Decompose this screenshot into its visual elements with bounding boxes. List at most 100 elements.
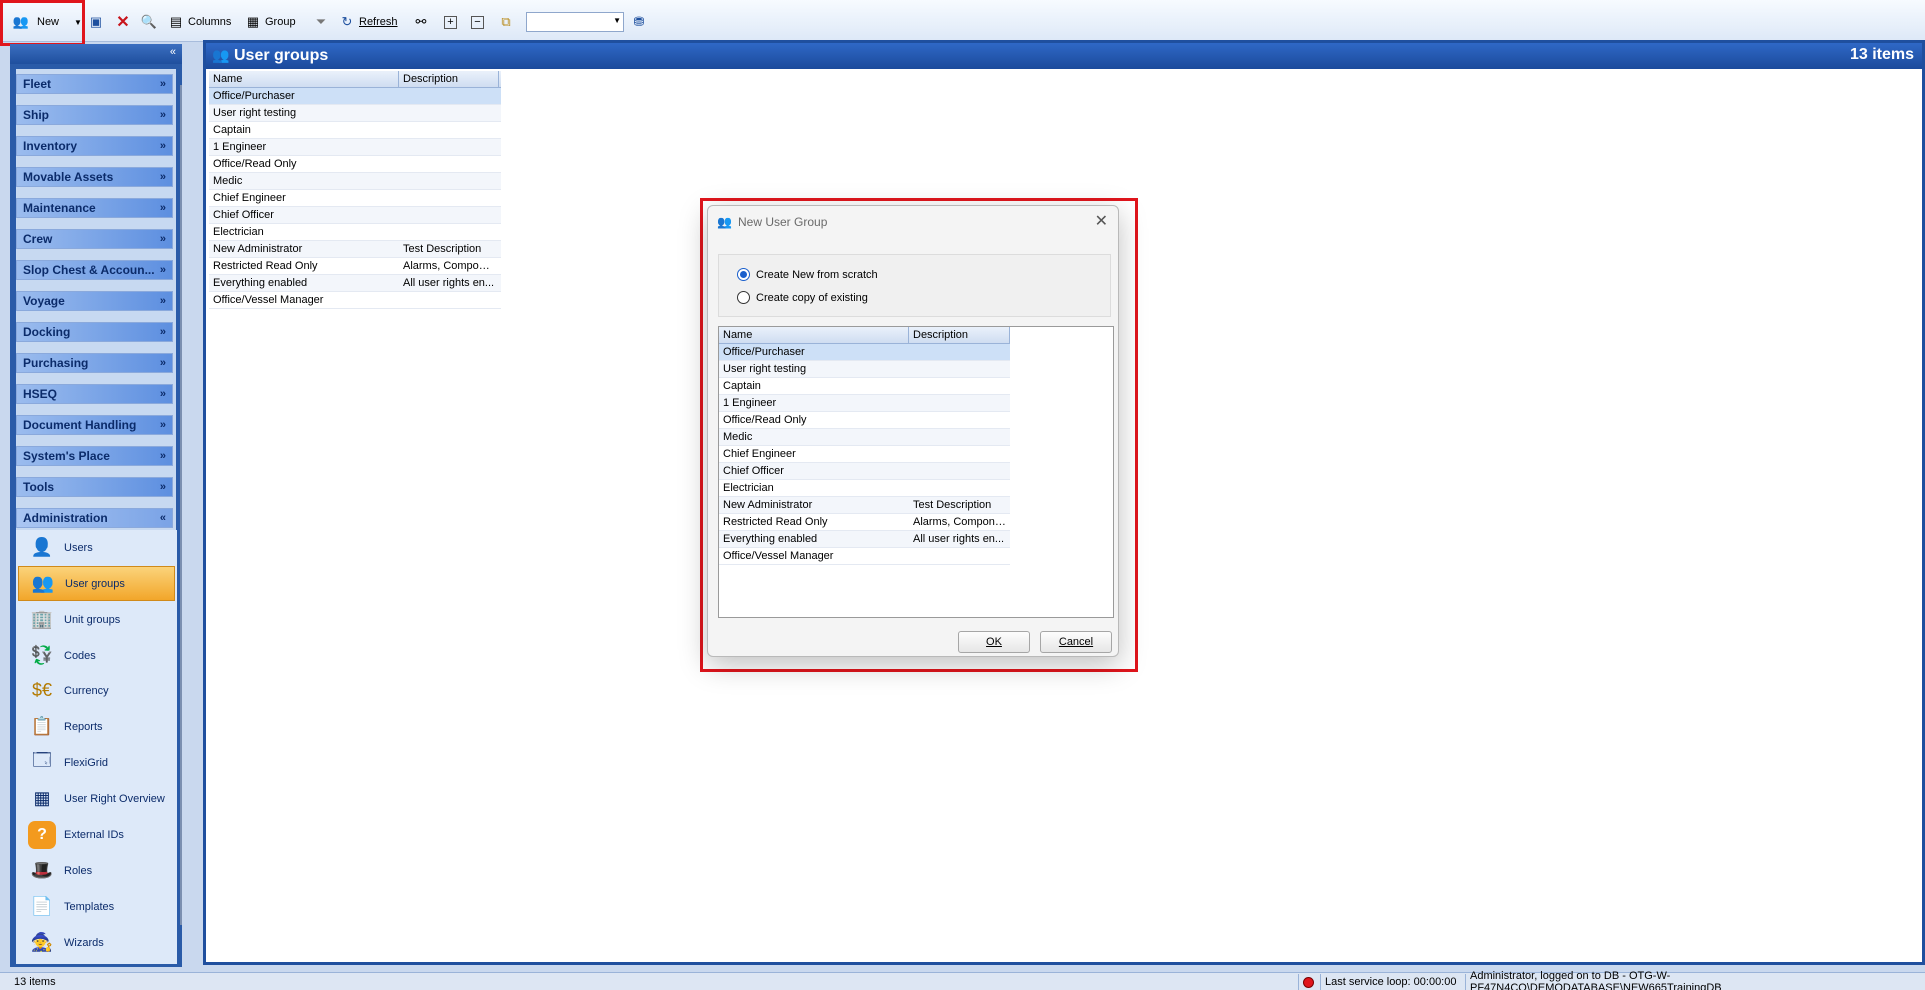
table-row[interactable]: Everything enabled All user rights en...: [209, 275, 501, 292]
nav-group-label: Ship: [23, 108, 49, 122]
user-groups-icon: 👥: [31, 573, 55, 593]
table-row[interactable]: Office/Vessel Manager: [209, 292, 501, 309]
column-header-description[interactable]: Description: [909, 327, 1010, 343]
expand-all-button[interactable]: +: [444, 10, 457, 34]
admin-item-user-groups[interactable]: 👥 User groups: [18, 566, 175, 601]
delete-button[interactable]: ✕: [114, 10, 132, 34]
admin-item-label: Wizards: [64, 936, 104, 949]
list-item[interactable]: Everything enabled All user rights en...: [719, 531, 1010, 548]
refresh-icon: ↻: [341, 14, 353, 29]
save-button[interactable]: ▣: [87, 10, 105, 34]
nav-group-label: Administration: [23, 511, 108, 525]
ok-button[interactable]: OK: [958, 631, 1030, 653]
table-row[interactable]: User right testing: [209, 105, 501, 122]
nav-group-label: Voyage: [23, 294, 65, 308]
nav-group-systems-place[interactable]: System's Place »: [16, 446, 173, 466]
list-item[interactable]: Office/Read Only: [719, 412, 1010, 429]
nav-group-administration[interactable]: Administration «: [16, 508, 173, 528]
list-item[interactable]: New Administrator Test Description: [719, 497, 1010, 514]
radio-create-copy[interactable]: Create copy of existing: [737, 291, 868, 304]
list-item[interactable]: Medic: [719, 429, 1010, 446]
list-item[interactable]: Restricted Read Only Alarms, Compone...: [719, 514, 1010, 531]
table-row[interactable]: Office/Purchaser: [209, 88, 501, 105]
nav-group-hseq[interactable]: HSEQ »: [16, 384, 173, 404]
admin-item-user-right-overview[interactable]: ▦ User Right Overview: [18, 781, 175, 816]
cell-description: [399, 105, 499, 121]
nav-group-voyage[interactable]: Voyage »: [16, 291, 173, 311]
grid-header: Name Description: [209, 71, 501, 88]
table-row[interactable]: Medic: [209, 173, 501, 190]
list-item[interactable]: Office/Vessel Manager: [719, 548, 1010, 565]
nav-group-fleet[interactable]: Fleet »: [16, 74, 173, 94]
status-service-loop: Last service loop: 00:00:00: [1320, 974, 1460, 990]
admin-item-label: Currency: [64, 684, 109, 697]
cell-name: Everything enabled: [213, 277, 308, 289]
admin-item-external-ids[interactable]: ? External IDs: [18, 817, 175, 852]
table-row[interactable]: Chief Engineer: [209, 190, 501, 207]
table-row[interactable]: Office/Read Only: [209, 156, 501, 173]
list-item[interactable]: User right testing: [719, 361, 1010, 378]
admin-item-currency[interactable]: $€ Currency: [18, 673, 175, 708]
save-layout-button[interactable]: ⛃: [630, 10, 648, 34]
admin-item-reports[interactable]: 📋 Reports: [18, 709, 175, 744]
chevron-double-down-icon: »: [159, 109, 166, 121]
admin-item-users[interactable]: 👤 Users: [18, 530, 175, 565]
nav-group-maintenance[interactable]: Maintenance »: [16, 198, 173, 218]
layout-combo[interactable]: ▼: [526, 12, 624, 32]
copy-button[interactable]: ⧉: [497, 10, 515, 34]
admin-item-templates[interactable]: 📄 Templates: [18, 889, 175, 924]
admin-item-flexigrid[interactable]: 🗔 FlexiGrid: [18, 745, 175, 780]
list-item[interactable]: Electrician: [719, 480, 1010, 497]
admin-item-roles[interactable]: 🎩 Roles: [18, 853, 175, 888]
refresh-button[interactable]: ↻ Refresh: [338, 10, 398, 34]
roles-icon: 🎩: [30, 860, 54, 880]
nav-group-docking[interactable]: Docking »: [16, 322, 173, 342]
nav-group-slop-chest[interactable]: Slop Chest & Accoun... »: [16, 260, 173, 280]
admin-item-codes[interactable]: 💱 Codes: [18, 638, 175, 673]
table-row[interactable]: Electrician: [209, 224, 501, 241]
cell-description: [399, 292, 499, 308]
find-button[interactable]: ⚯: [412, 10, 430, 34]
nav-group-document-handling[interactable]: Document Handling »: [16, 415, 173, 435]
cancel-label: Cancel: [1058, 636, 1094, 648]
list-item[interactable]: Chief Engineer: [719, 446, 1010, 463]
nav-group-tools[interactable]: Tools »: [16, 477, 173, 497]
dialog-grid: Name Description Office/Purchaser User r…: [719, 327, 1010, 565]
preview-button[interactable]: 🔍: [140, 10, 158, 34]
column-header-name[interactable]: Name: [719, 327, 909, 343]
columns-button[interactable]: ▤ Columns: [167, 10, 232, 34]
cell-description: [909, 548, 1010, 564]
list-item[interactable]: 1 Engineer: [719, 395, 1010, 412]
nav-group-inventory[interactable]: Inventory »: [16, 136, 173, 156]
nav-group-label: Maintenance: [23, 201, 96, 215]
table-row[interactable]: New Administrator Test Description: [209, 241, 501, 258]
table-row[interactable]: Chief Officer: [209, 207, 501, 224]
table-row[interactable]: Restricted Read Only Alarms, Compone...: [209, 258, 501, 275]
close-icon[interactable]: ✕: [1095, 211, 1108, 231]
column-header-description[interactable]: Description: [399, 71, 499, 87]
cancel-button[interactable]: Cancel: [1040, 631, 1112, 653]
radio-create-new[interactable]: Create New from scratch: [737, 268, 878, 281]
cell-description: [909, 361, 1010, 377]
nav-group-ship[interactable]: Ship »: [16, 105, 173, 125]
list-item[interactable]: Office/Purchaser: [719, 344, 1010, 361]
chevron-double-down-icon: »: [159, 78, 166, 90]
navigation-scrollbar[interactable]: [180, 85, 182, 925]
filter-button[interactable]: ⏷: [312, 10, 330, 34]
nav-group-crew[interactable]: Crew »: [16, 229, 173, 249]
nav-group-purchasing[interactable]: Purchasing »: [16, 353, 173, 373]
collapse-pane-icon[interactable]: «: [170, 46, 176, 58]
collapse-all-button[interactable]: −: [471, 10, 484, 34]
admin-item-unit-groups[interactable]: 🏢 Unit groups: [18, 602, 175, 637]
column-header-name[interactable]: Name: [209, 71, 399, 87]
table-row[interactable]: 1 Engineer: [209, 139, 501, 156]
table-row[interactable]: Captain: [209, 122, 501, 139]
cell-description: [909, 395, 1010, 411]
chevron-down-icon[interactable]: ▼: [613, 16, 621, 25]
admin-item-wizards[interactable]: 🧙 Wizards: [18, 925, 175, 960]
list-item[interactable]: Chief Officer: [719, 463, 1010, 480]
chevron-double-down-icon: »: [159, 140, 166, 152]
nav-group-movable-assets[interactable]: Movable Assets »: [16, 167, 173, 187]
group-button[interactable]: ▦ Group: [244, 10, 296, 34]
list-item[interactable]: Captain: [719, 378, 1010, 395]
